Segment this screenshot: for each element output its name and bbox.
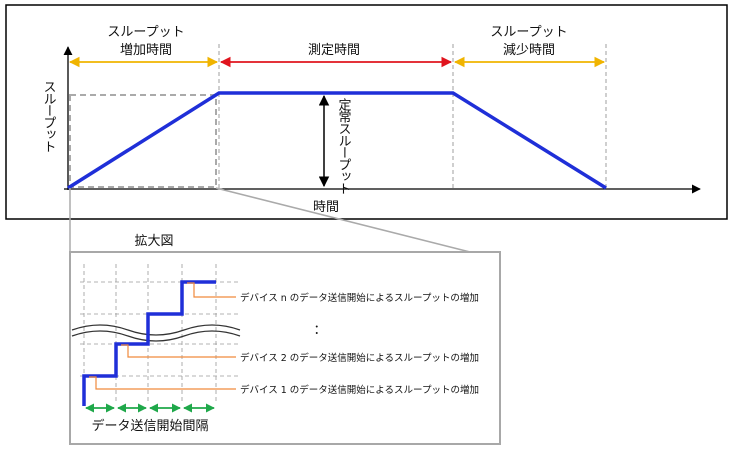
annotation-device-1: デバイス 1 のデータ送信開始によるスループットの増加 bbox=[240, 384, 479, 396]
ramp-up-label-2: 増加時間 bbox=[120, 43, 172, 58]
ramp-down-label-1: スループット bbox=[490, 25, 567, 40]
interval-label: データ送信開始間隔 bbox=[91, 418, 208, 434]
zoom-title: 拡大図 bbox=[134, 234, 173, 249]
measure-label: 測定時間 bbox=[308, 43, 360, 58]
ramp-up-label-1: スループット bbox=[107, 25, 184, 40]
annotation-device-n: デバイス n のデータ送信開始によるスループットの増加 bbox=[240, 292, 479, 304]
constant-throughput-label: 定常スループット bbox=[336, 98, 352, 194]
phase-boundaries bbox=[218, 44, 607, 188]
throughput-diagram: スループット 増加時間 測定時間 スループット 減少時間 スループット 時間 定… bbox=[5, 4, 728, 445]
zoom-connector-right bbox=[215, 187, 471, 253]
ramp-down-label-2: 減少時間 bbox=[503, 42, 555, 58]
annotation-ellipsis: ： bbox=[313, 323, 326, 338]
annotation-device-2: デバイス 2 のデータ送信開始によるスループットの増加 bbox=[240, 352, 479, 364]
zoom-panel bbox=[69, 251, 501, 445]
y-axis-label: スループット bbox=[41, 80, 56, 152]
